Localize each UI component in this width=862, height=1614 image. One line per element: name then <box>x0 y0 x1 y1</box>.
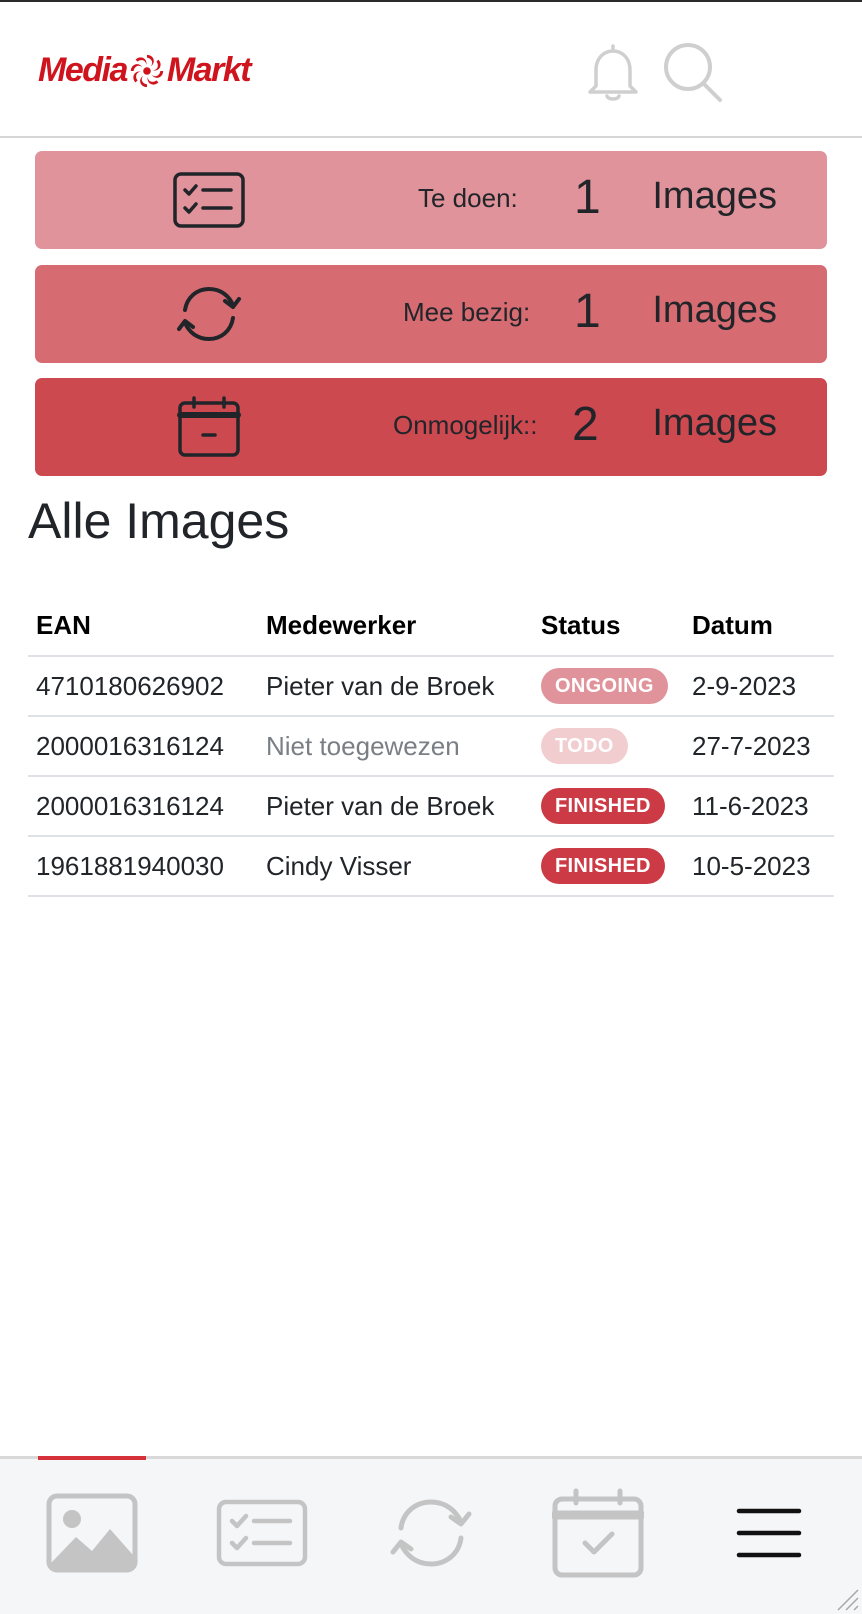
column-header-date[interactable]: Datum <box>684 596 834 657</box>
date-cell: 2-9-2023 <box>684 656 834 717</box>
employee-cell: Pieter van de Broek <box>258 656 533 717</box>
table-row[interactable]: 1961881940030 Cindy Visser FINISHED 10-5… <box>28 836 834 897</box>
stat-card-ongoing[interactable]: Mee bezig: 1 Images <box>35 265 827 363</box>
status-cell: ONGOING <box>533 656 684 717</box>
sync-icon <box>173 281 245 347</box>
stat-count: 1 <box>574 171 601 224</box>
calendar-minus-icon <box>173 394 245 460</box>
checklist-icon <box>216 1499 308 1567</box>
employee-cell: Pieter van de Broek <box>258 776 533 837</box>
stat-card-impossible[interactable]: Onmogelijk:: 2 Images <box>35 378 827 476</box>
stat-count: 2 <box>572 398 599 451</box>
column-header-employee[interactable]: Medewerker <box>258 596 533 657</box>
employee-cell: Niet toegewezen <box>258 716 533 777</box>
stat-unit: Images <box>652 402 777 444</box>
status-badge: ONGOING <box>541 668 668 704</box>
date-cell: 11-6-2023 <box>684 776 834 837</box>
date-cell: 10-5-2023 <box>684 836 834 897</box>
table-row[interactable]: 2000016316124 Pieter van de Broek FINISH… <box>28 776 834 837</box>
nav-item-images[interactable] <box>42 1483 142 1583</box>
calendar-check-icon <box>552 1488 644 1578</box>
bottom-nav <box>0 1456 862 1614</box>
column-header-status[interactable]: Status <box>533 596 684 657</box>
section-title: Alle Images <box>28 493 290 549</box>
stat-unit: Images <box>652 289 777 331</box>
nav-item-ongoing[interactable] <box>381 1483 481 1583</box>
stat-label: Mee bezig: <box>403 297 531 327</box>
stat-unit: Images <box>652 175 777 217</box>
image-icon <box>46 1493 138 1573</box>
nav-item-todo[interactable] <box>212 1483 312 1583</box>
checklist-icon <box>173 167 245 233</box>
resize-handle-icon[interactable] <box>834 1586 860 1612</box>
stat-label: Te doen: <box>418 183 518 213</box>
images-table: EAN Medewerker Status Datum 471018062690… <box>28 596 834 897</box>
stat-count: 1 <box>574 285 601 338</box>
status-badge: FINISHED <box>541 788 665 824</box>
employee-cell: Cindy Visser <box>258 836 533 897</box>
table-row[interactable]: 4710180626902 Pieter van de Broek ONGOIN… <box>28 656 834 717</box>
logo-swirl-icon <box>130 54 164 87</box>
status-cell: FINISHED <box>533 776 684 837</box>
date-cell: 27-7-2023 <box>684 716 834 777</box>
status-cell: TODO <box>533 716 684 777</box>
stat-label: Onmogelijk:: <box>393 410 538 440</box>
status-cell: FINISHED <box>533 836 684 897</box>
ean-cell: 4710180626902 <box>28 656 258 717</box>
table-row[interactable]: 2000016316124 Niet toegewezen TODO 27-7-… <box>28 716 834 777</box>
nav-item-calendar[interactable] <box>548 1483 648 1583</box>
menu-icon <box>736 1508 802 1558</box>
table-header-row: EAN Medewerker Status Datum <box>28 596 834 657</box>
mediamarkt-logo[interactable]: Media Markt <box>38 50 252 90</box>
search-icon[interactable] <box>660 36 726 108</box>
nav-item-menu[interactable] <box>719 1483 819 1583</box>
ean-cell: 2000016316124 <box>28 776 258 837</box>
column-header-ean[interactable]: EAN <box>28 596 258 657</box>
status-badge: TODO <box>541 728 628 764</box>
logo-text-right: Markt <box>166 51 252 90</box>
ean-cell: 1961881940030 <box>28 836 258 897</box>
nav-active-indicator <box>38 1456 146 1460</box>
bell-icon[interactable] <box>580 36 646 108</box>
stat-card-todo[interactable]: Te doen: 1 Images <box>35 151 827 249</box>
status-badge: FINISHED <box>541 848 665 884</box>
logo-text-left: Media <box>38 51 128 90</box>
app-header: Media Markt <box>0 2 862 138</box>
sync-icon <box>390 1499 472 1567</box>
ean-cell: 2000016316124 <box>28 716 258 777</box>
